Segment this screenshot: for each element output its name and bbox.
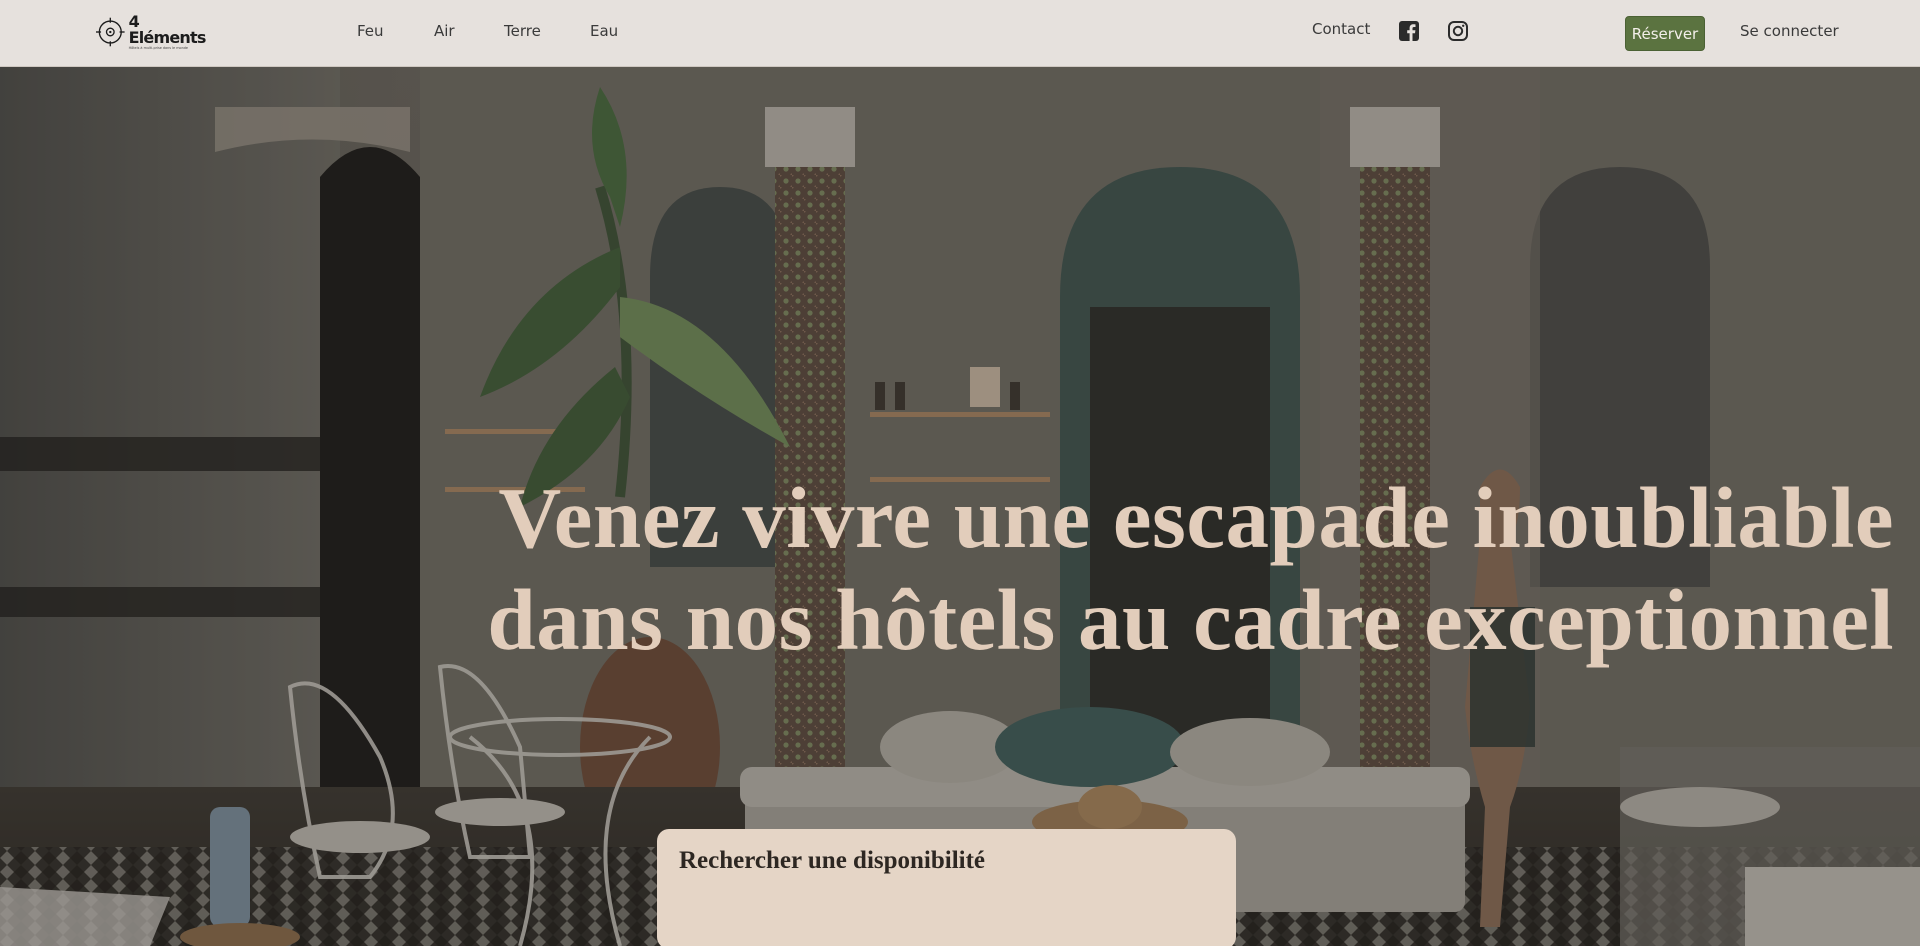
hero-section: Venez vivre une escapade inoubliable dan… (0, 67, 1920, 946)
nav-item-feu[interactable]: Feu (357, 22, 384, 40)
nav-item-eau[interactable]: Eau (590, 22, 618, 40)
search-availability-card: Rechercher une disponibilité (657, 829, 1236, 946)
nav-item-air[interactable]: Air (434, 22, 455, 40)
hero-title-line-1: Venez vivre une escapade inoubliable (498, 469, 1894, 566)
reserve-button[interactable]: Réserver (1625, 16, 1705, 51)
hero-title-line-2: dans nos hôtels au cadre exceptionnel (487, 571, 1894, 668)
hero-title: Venez vivre une escapade inoubliable dan… (414, 467, 1894, 671)
site-header: 4 Eléments Hôtels à multi-prise dans le … (0, 0, 1920, 67)
nav-item-terre[interactable]: Terre (504, 22, 541, 40)
search-title: Rechercher une disponibilité (679, 847, 986, 874)
contact-link[interactable]: Contact (1312, 20, 1370, 38)
brand-logo[interactable]: 4 Eléments Hôtels à multi-prise dans le … (96, 11, 207, 50)
target-logo-icon (96, 17, 125, 47)
facebook-icon[interactable] (1398, 20, 1420, 42)
brand-tagline: Hôtels à multi-prise dans le monde (128, 45, 188, 50)
login-link[interactable]: Se connecter (1740, 22, 1839, 40)
instagram-icon[interactable] (1447, 20, 1469, 42)
brand-name: 4 Eléments (128, 11, 207, 47)
